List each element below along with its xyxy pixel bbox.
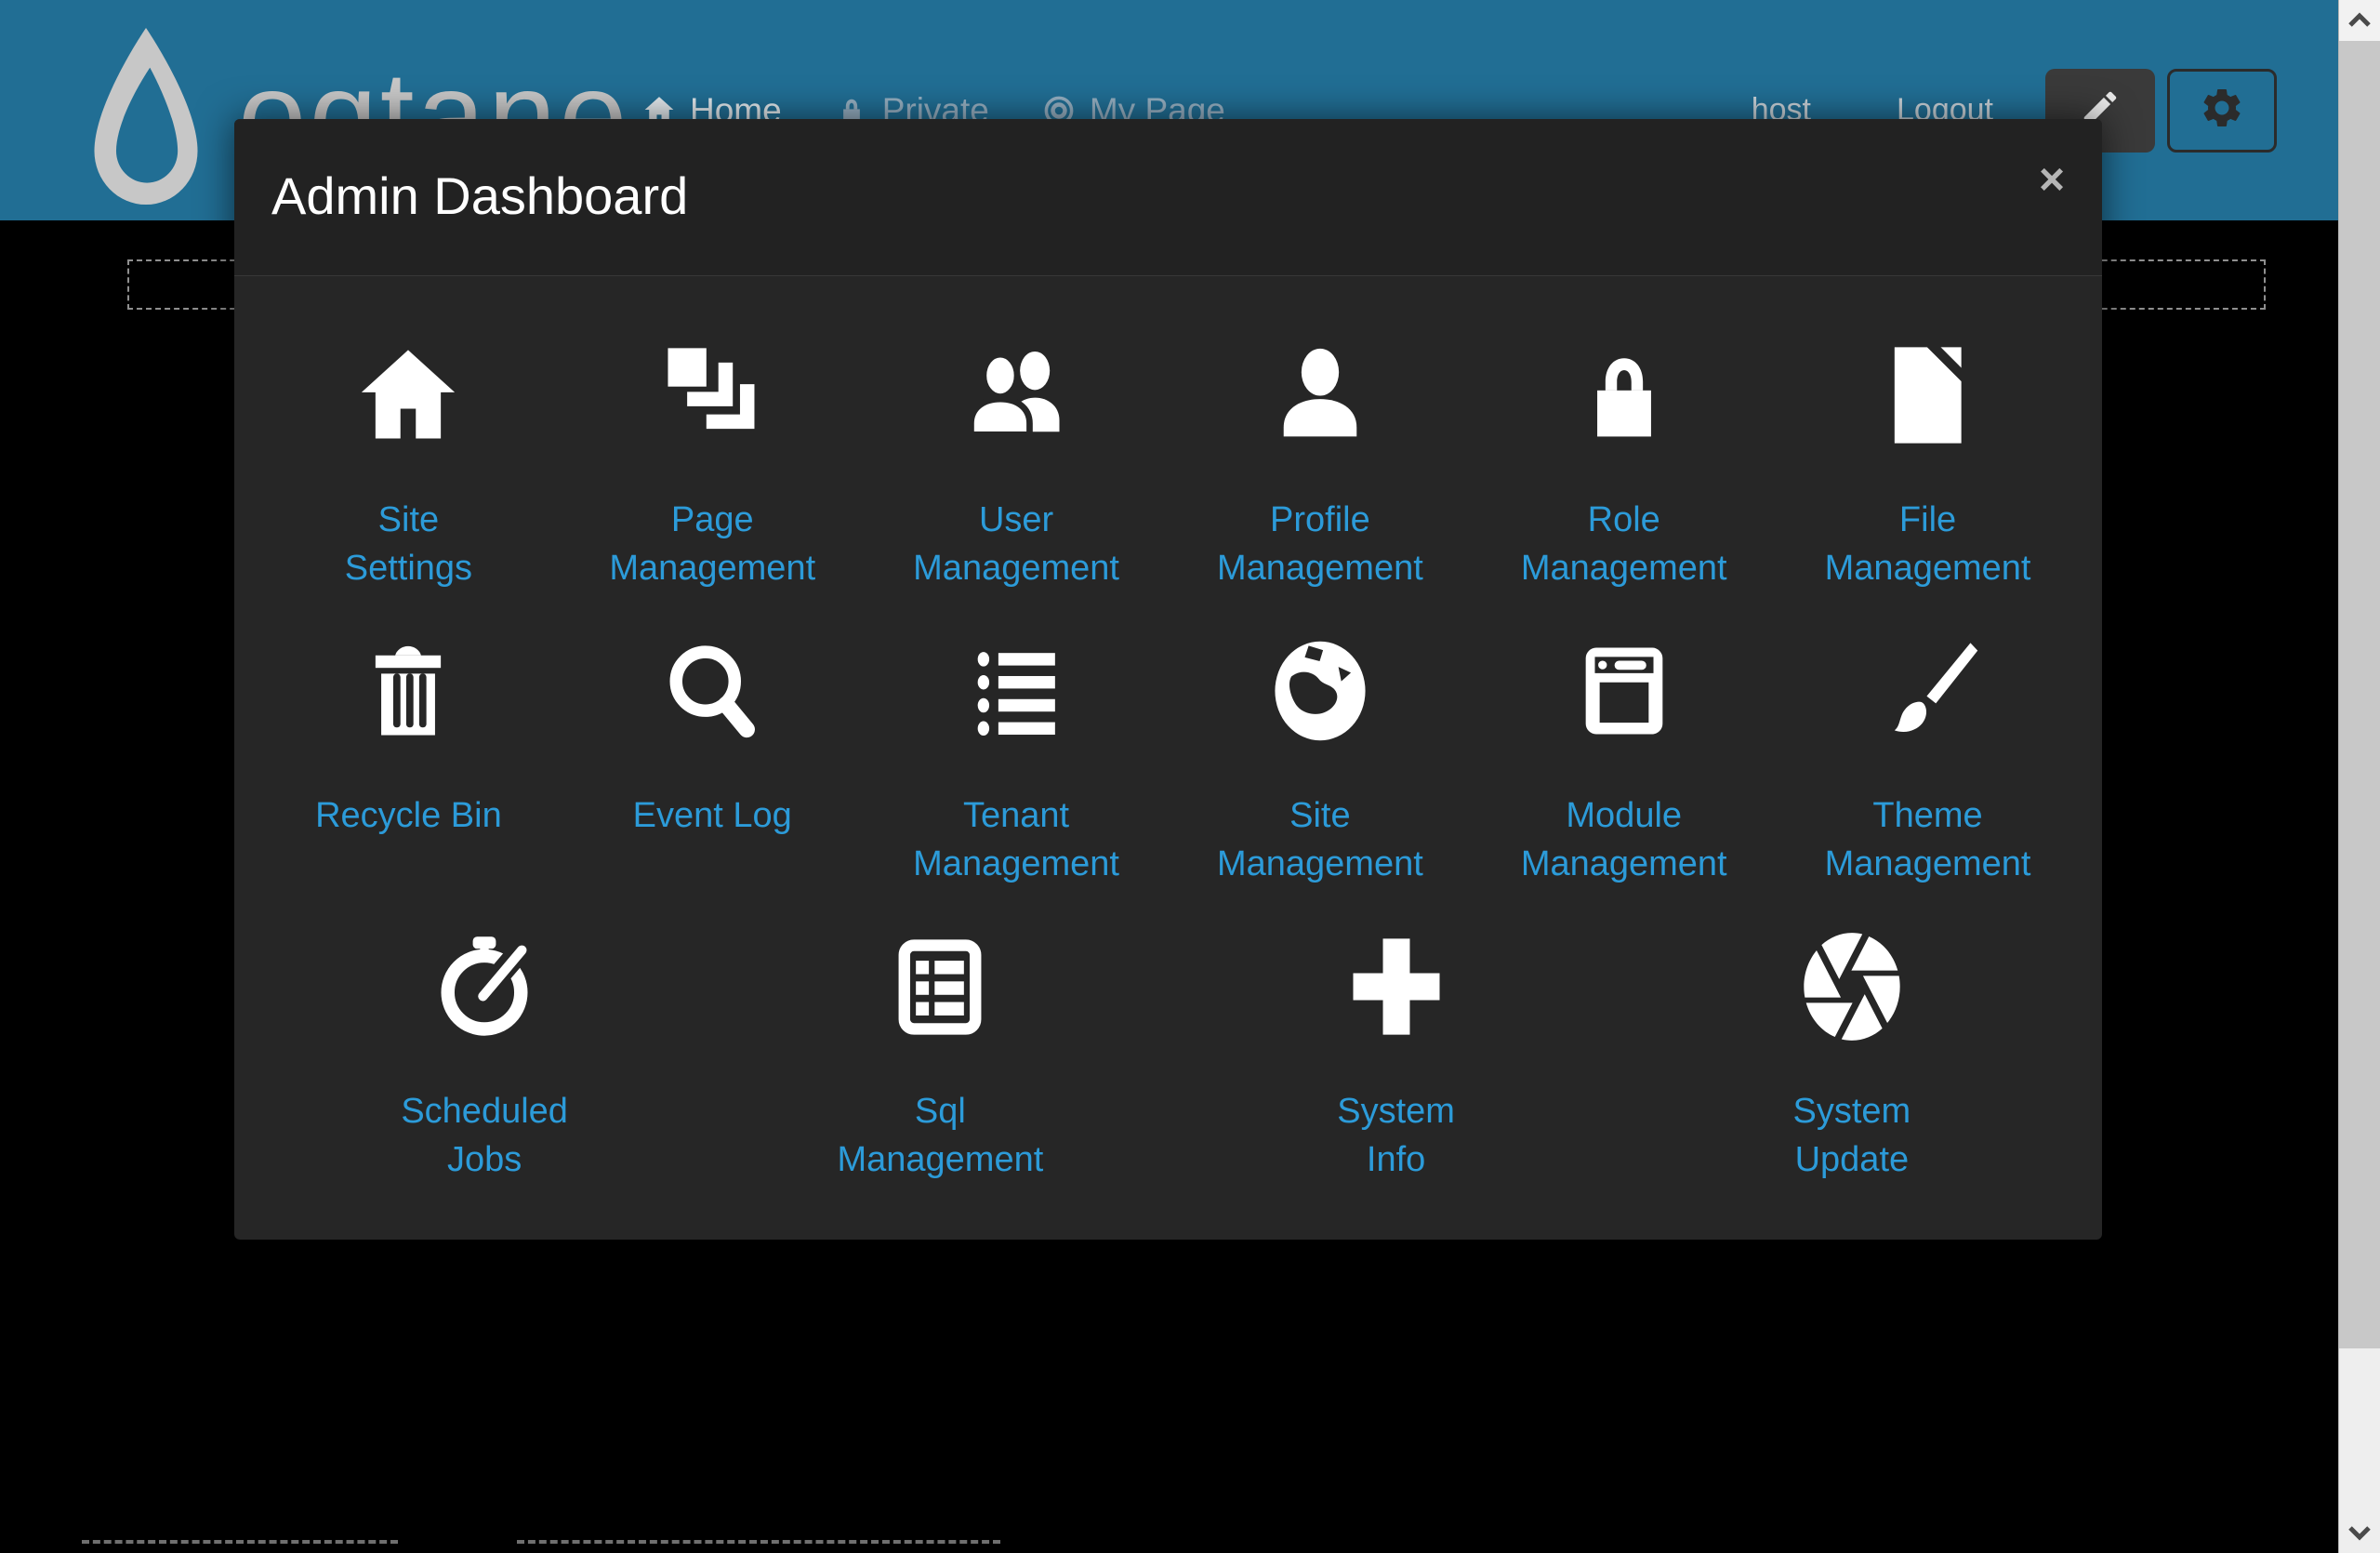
tile-label: Site Management (1217, 791, 1423, 888)
modal-header: Admin Dashboard × (234, 119, 2102, 276)
tile-event-log[interactable]: Event Log (561, 633, 865, 888)
tile-label: Role Management (1521, 496, 1727, 592)
tile-label: Page Management (609, 496, 815, 592)
tile-site-management[interactable]: Site Management (1168, 633, 1472, 888)
chevron-down-icon (2346, 1522, 2373, 1543)
close-icon[interactable]: × (2033, 153, 2070, 208)
aperture-icon (1794, 929, 1910, 1044)
users-icon (959, 338, 1074, 453)
tile-tenant-management[interactable]: Tenant Management (865, 633, 1169, 888)
scroll-down-button[interactable] (2339, 1512, 2380, 1553)
tile-row-2: Recycle Bin Event Log Tenant Management Sit… (257, 633, 2080, 888)
tile-sql-management[interactable]: Sql Management (712, 929, 1168, 1184)
tile-module-management[interactable]: Module Management (1472, 633, 1776, 888)
admin-dashboard-modal: Admin Dashboard × Site Settings Page Mana… (234, 119, 2102, 1240)
person-icon (1263, 338, 1378, 453)
tile-scheduled-jobs[interactable]: Scheduled Jobs (257, 929, 712, 1184)
home-icon (350, 338, 466, 453)
pages-icon (654, 338, 770, 453)
table-icon (882, 929, 998, 1044)
brush-icon (1871, 633, 1986, 749)
gear-icon (2199, 85, 2245, 136)
file-icon (1871, 338, 1986, 453)
stopwatch-icon (427, 929, 542, 1044)
window-icon (1567, 633, 1682, 749)
trash-icon (350, 633, 466, 749)
scroll-up-button[interactable] (2339, 0, 2380, 41)
tile-label: Theme Management (1825, 791, 2031, 888)
tile-recycle-bin[interactable]: Recycle Bin (257, 633, 561, 888)
tile-role-management[interactable]: Role Management (1472, 338, 1776, 592)
tile-label: Sql Management (837, 1087, 1043, 1184)
tile-row-1: Site Settings Page Management User Managem… (257, 338, 2080, 592)
tile-label: Scheduled Jobs (401, 1087, 568, 1184)
tile-theme-management[interactable]: Theme Management (1776, 633, 2080, 888)
plus-icon (1339, 929, 1454, 1044)
tile-label: Module Management (1521, 791, 1727, 888)
tile-label: Profile Management (1217, 496, 1423, 592)
tile-profile-management[interactable]: Profile Management (1168, 338, 1472, 592)
tile-label: System Info (1337, 1087, 1455, 1184)
modal-title: Admin Dashboard (271, 166, 688, 226)
scrollbar-thumb[interactable] (2339, 41, 2380, 1348)
tile-file-management[interactable]: File Management (1776, 338, 2080, 592)
globe-icon (1263, 633, 1378, 749)
admin-tiles-grid: Site Settings Page Management User Managem… (234, 276, 2102, 1274)
tile-label: File Management (1825, 496, 2031, 592)
chevron-up-icon (2346, 10, 2373, 31)
logo-drop-icon (67, 28, 225, 219)
tile-label: Recycle Bin (315, 791, 502, 840)
tile-system-update[interactable]: System Update (1624, 929, 2080, 1184)
tile-label: Tenant Management (913, 791, 1119, 888)
search-icon (654, 633, 770, 749)
list-icon (959, 633, 1074, 749)
tile-label: Site Settings (345, 496, 472, 592)
tile-label: Event Log (633, 791, 792, 840)
tile-user-management[interactable]: User Management (865, 338, 1169, 592)
clipped-bottom-content (0, 1540, 2380, 1553)
tile-page-management[interactable]: Page Management (561, 338, 865, 592)
vertical-scrollbar (2338, 0, 2380, 1553)
tile-system-info[interactable]: System Info (1169, 929, 1624, 1184)
page-settings-button[interactable] (2167, 69, 2277, 153)
tile-row-3: Scheduled Jobs Sql Management System Info S… (257, 929, 2080, 1184)
tile-label: System Update (1793, 1087, 1911, 1184)
tile-label: User Management (913, 496, 1119, 592)
tile-site-settings[interactable]: Site Settings (257, 338, 561, 592)
lock-icon (1567, 338, 1682, 453)
